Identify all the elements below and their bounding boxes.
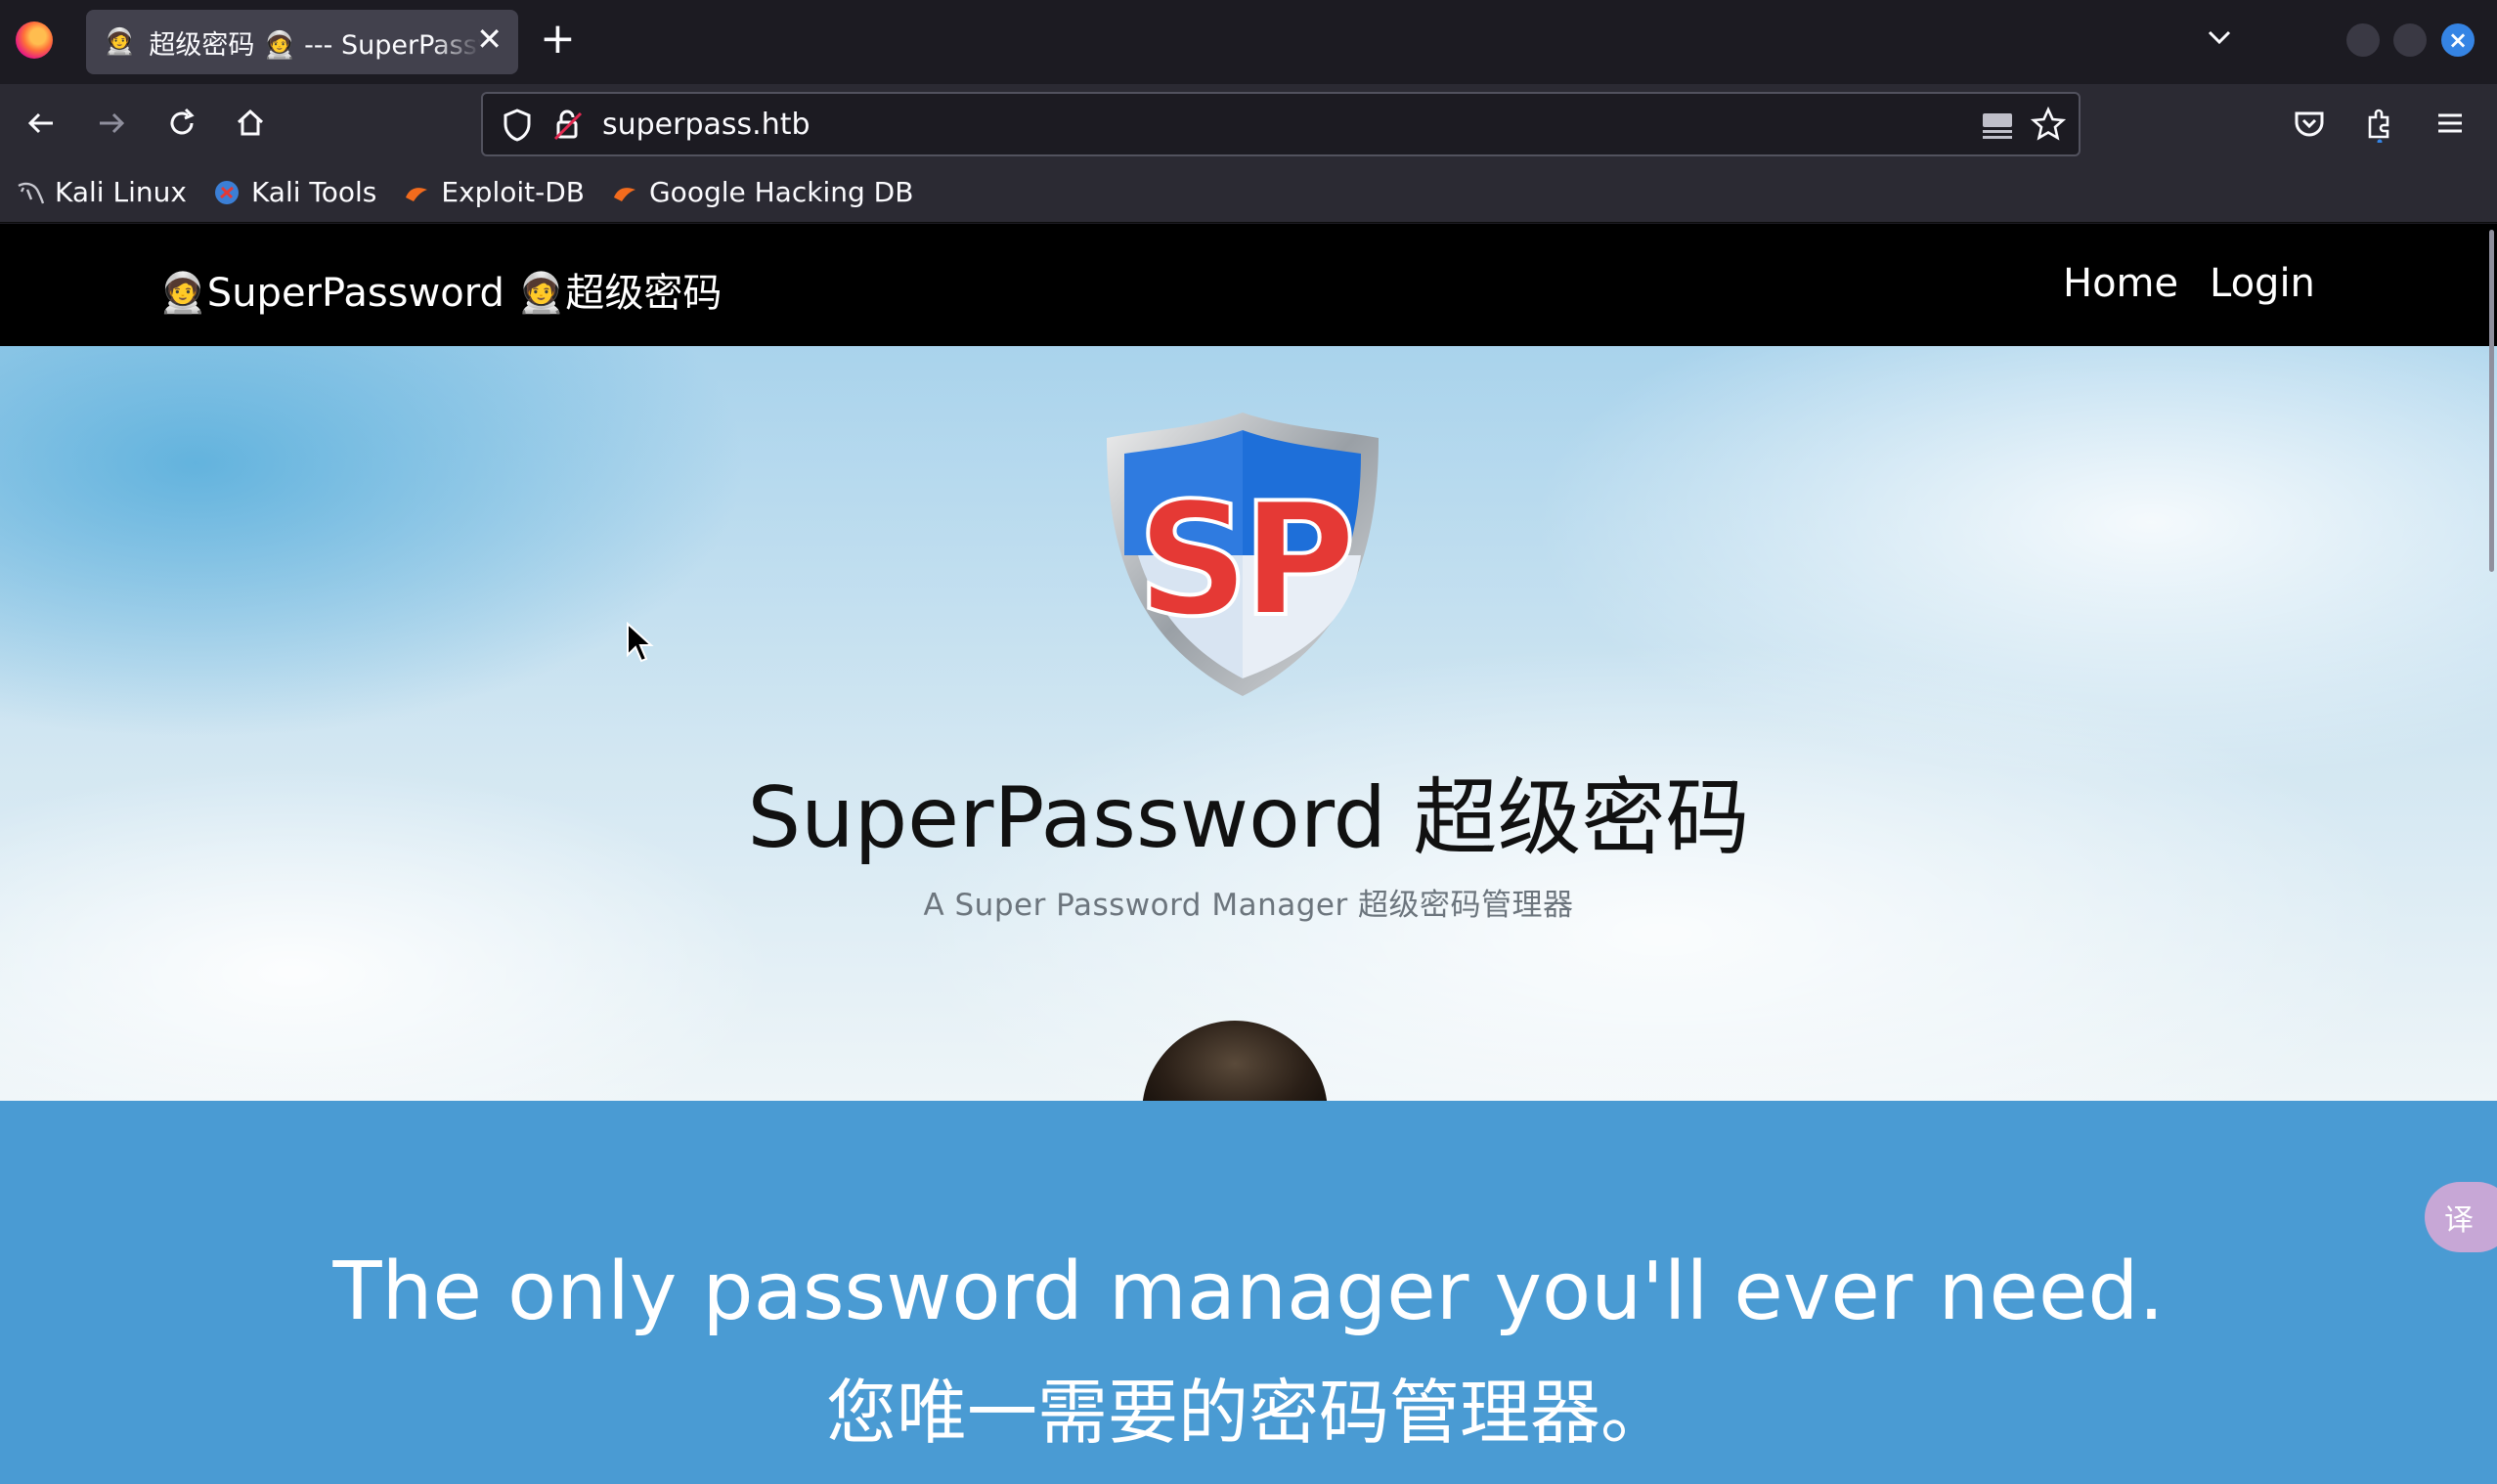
- nav-login-link[interactable]: Login: [2210, 261, 2315, 306]
- page-scrollbar[interactable]: [2485, 224, 2497, 1484]
- hero-subtitle: A Super Password Manager 超级密码管理器: [923, 888, 1574, 923]
- close-window-button[interactable]: ×: [2441, 23, 2475, 57]
- tab-title: 超级密码 🧑‍🚀 --- SuperPassword: [149, 29, 481, 61]
- kali-tools-icon: [214, 180, 239, 204]
- tab-close-icon[interactable]: ✕: [476, 23, 503, 55]
- extensions-puzzle-icon[interactable]: [2360, 104, 2399, 143]
- site-brand-link[interactable]: 🧑‍🚀SuperPassword 🧑‍🚀超级密码: [158, 261, 722, 318]
- logo-text: SP: [1137, 468, 1350, 651]
- tab-superpassword[interactable]: 🧑‍🚀 超级密码 🧑‍🚀 --- SuperPassword ✕: [86, 10, 518, 74]
- back-arrow-icon[interactable]: [22, 104, 61, 143]
- insecure-lock-icon[interactable]: [551, 108, 585, 143]
- bookmark-label: Exploit-DB: [441, 176, 585, 208]
- home-icon[interactable]: [231, 104, 270, 143]
- pocket-icon[interactable]: [2290, 104, 2329, 143]
- list-all-tabs-icon[interactable]: [2204, 22, 2235, 53]
- forward-arrow-icon[interactable]: [92, 104, 131, 143]
- tab-favicon-icon: 🧑‍🚀: [104, 27, 136, 57]
- translate-icon: 译: [2444, 1203, 2474, 1238]
- hamburger-menu-icon[interactable]: [2431, 104, 2470, 143]
- new-tab-button[interactable]: +: [540, 18, 576, 61]
- tagline-band: The only password manager you'll ever ne…: [0, 1101, 2497, 1484]
- bookmark-label: Kali Tools: [250, 176, 377, 208]
- navigation-toolbar: superpass.htb: [0, 84, 2497, 162]
- bookmark-kali-linux[interactable]: Kali Linux: [16, 176, 187, 208]
- reload-icon[interactable]: [162, 104, 201, 143]
- address-bar[interactable]: superpass.htb: [481, 92, 2081, 156]
- page-viewport: 🧑‍🚀SuperPassword 🧑‍🚀超级密码 Home Login SP S…: [0, 224, 2497, 1484]
- bookmark-label: Kali Linux: [55, 176, 187, 208]
- bookmark-label: Google Hacking DB: [648, 176, 914, 208]
- bookmarks-toolbar: Kali Linux Kali Tools Exploit-DB Google …: [0, 162, 2497, 223]
- tagline-chinese: 您唯一需要的密码管理器。: [825, 1372, 1671, 1454]
- scrollbar-thumb[interactable]: [2489, 230, 2494, 572]
- hero-section: SP SuperPassword 超级密码 A Super Password M…: [0, 346, 2497, 1128]
- bookmark-google-hacking-db[interactable]: Google Hacking DB: [610, 176, 913, 208]
- firefox-menu-icon[interactable]: [16, 22, 53, 59]
- tab-strip: 🧑‍🚀 超级密码 🧑‍🚀 --- SuperPassword ✕ + ×: [0, 0, 2497, 84]
- minimize-window-button[interactable]: [2346, 23, 2380, 57]
- mouse-cursor-icon: [627, 622, 654, 663]
- kali-dragon-icon: [18, 182, 45, 203]
- reader-view-icon[interactable]: [1979, 108, 2016, 143]
- tagline-english: The only password manager you'll ever ne…: [332, 1245, 2165, 1338]
- superpassword-shield-logo: SP: [1107, 413, 1379, 696]
- site-navbar: 🧑‍🚀SuperPassword 🧑‍🚀超级密码 Home Login: [0, 224, 2497, 346]
- maximize-window-button[interactable]: [2393, 23, 2427, 57]
- bookmark-kali-tools[interactable]: Kali Tools: [212, 176, 376, 208]
- tracking-protection-shield-icon[interactable]: [501, 108, 534, 143]
- bookmark-star-icon[interactable]: [2030, 106, 2067, 143]
- bookmark-exploit-db[interactable]: Exploit-DB: [402, 176, 585, 208]
- ghdb-icon: [613, 187, 635, 201]
- url-text: superpass.htb: [602, 108, 810, 142]
- nav-home-link[interactable]: Home: [2063, 261, 2178, 306]
- hero-title: SuperPassword 超级密码: [747, 769, 1750, 867]
- exploit-db-icon: [406, 187, 428, 201]
